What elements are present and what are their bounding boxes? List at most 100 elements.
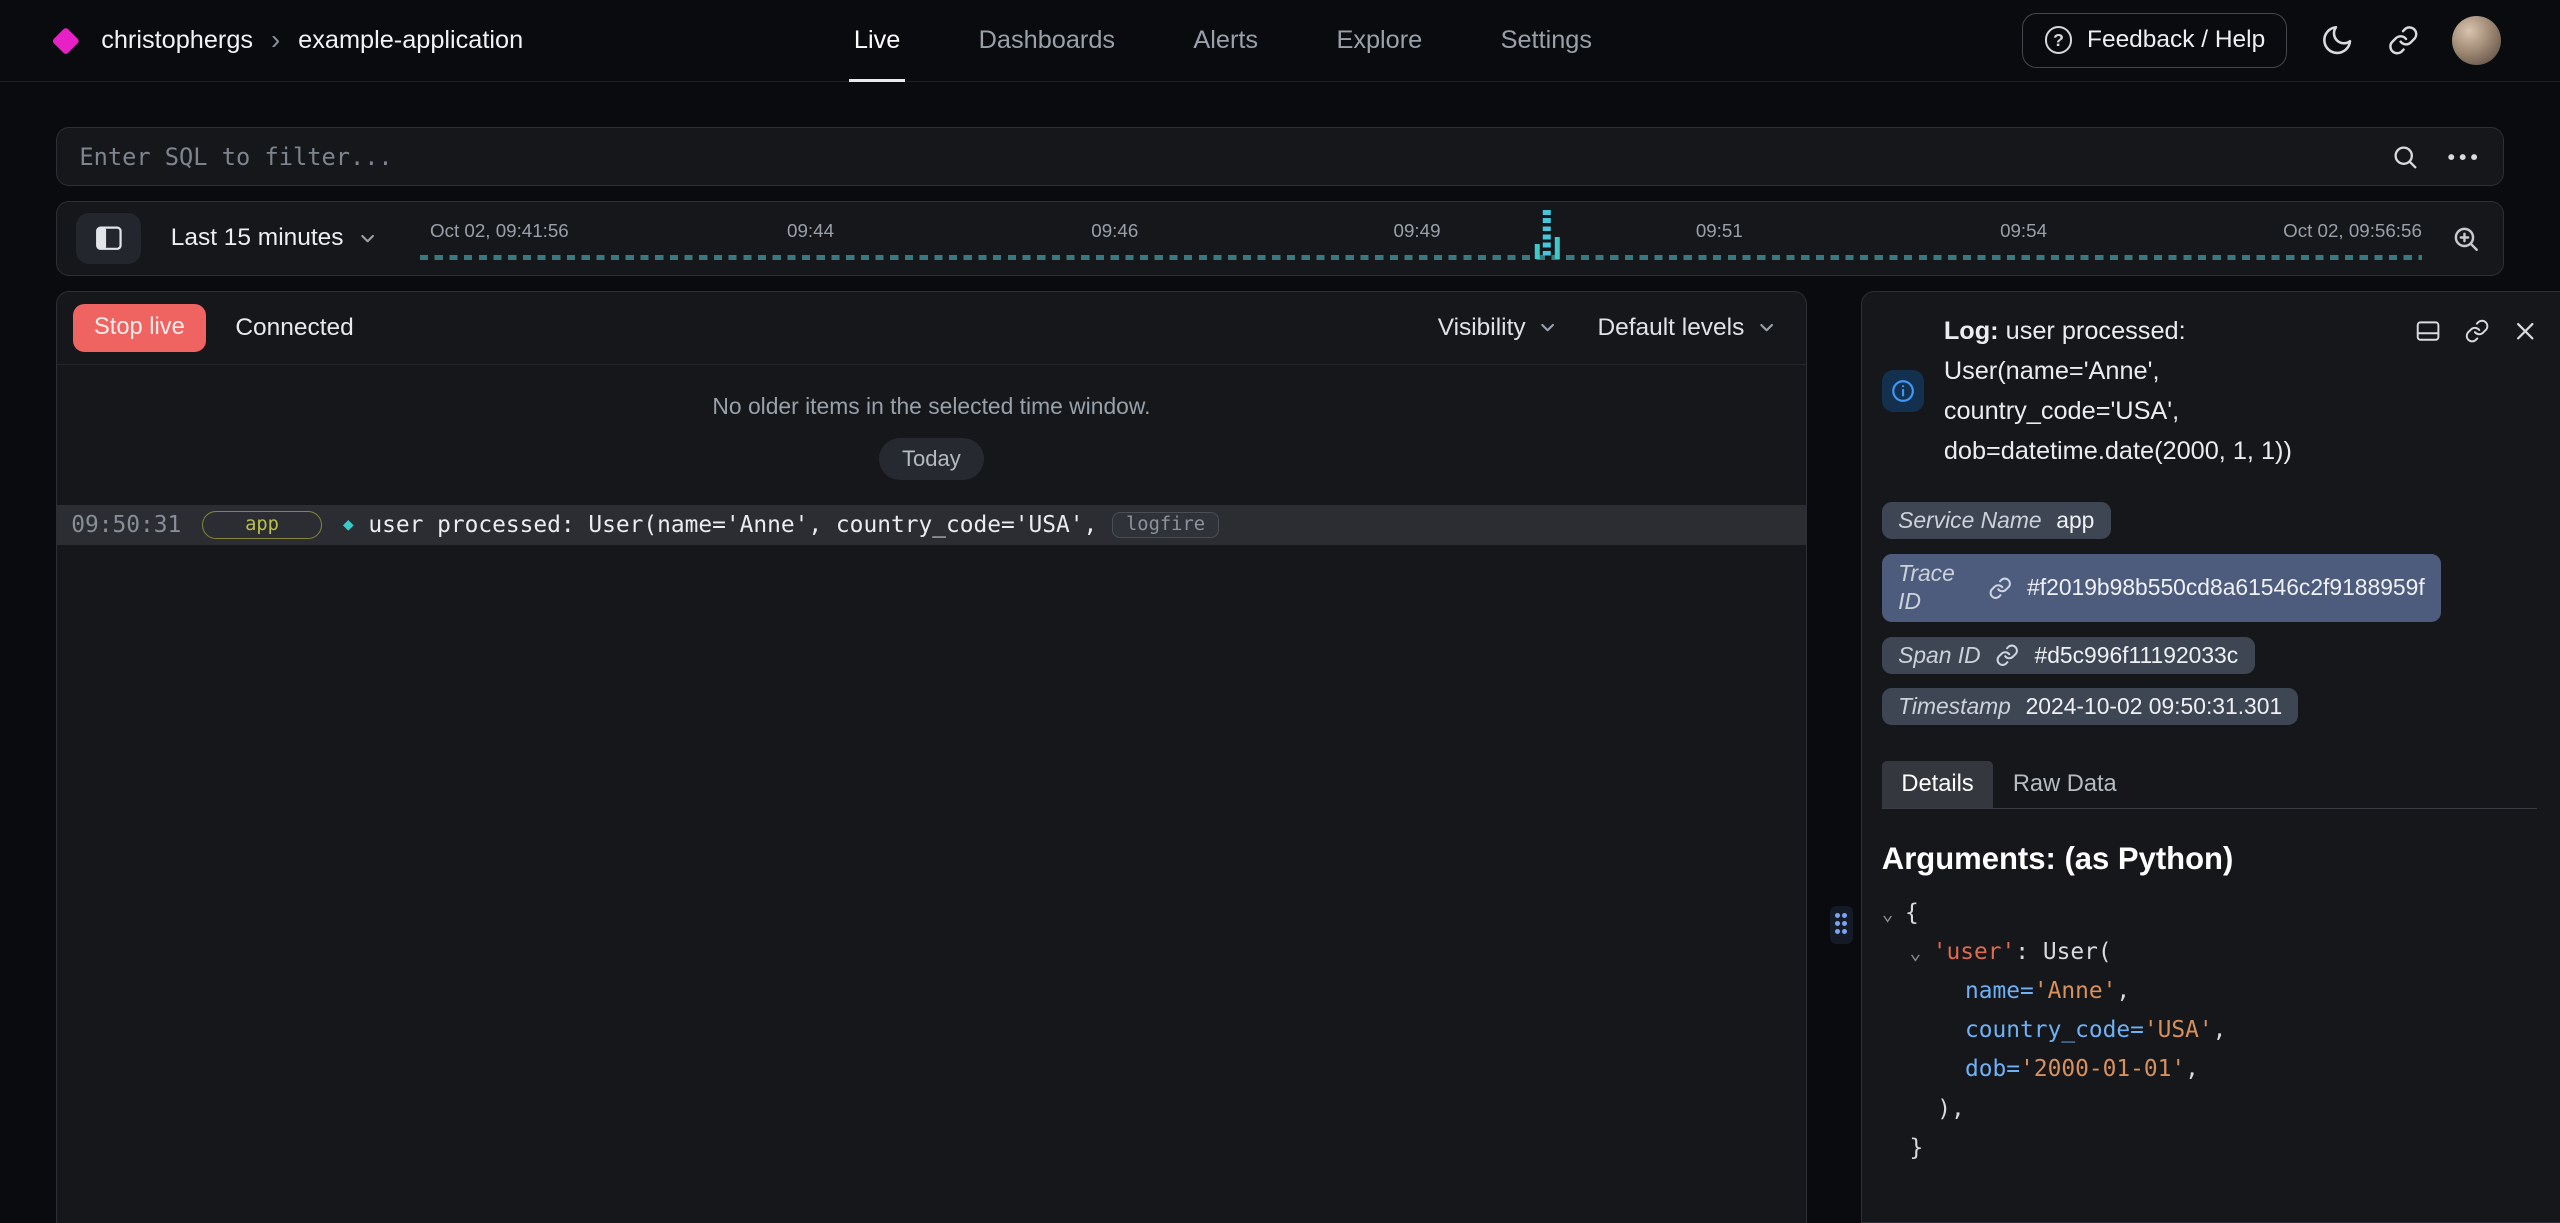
time-tick-label: 09:46: [1091, 220, 1138, 242]
time-range-label: Last 15 minutes: [171, 224, 344, 252]
sidebar-toggle-button[interactable]: [76, 213, 141, 264]
field-value: 2024-10-02 09:50:31.301: [2026, 693, 2283, 720]
tab-live[interactable]: Live: [854, 0, 900, 81]
timeline-baseline: [420, 255, 2422, 260]
field-span-id[interactable]: Span ID #d5c996f11192033c: [1882, 637, 2255, 674]
time-tick-label: 09:54: [2000, 220, 2047, 242]
feedback-help-button[interactable]: ? Feedback / Help: [2022, 13, 2287, 69]
code-token: :: [2015, 933, 2043, 972]
code-token: 'user': [1933, 933, 2016, 972]
field-trace-id[interactable]: Trace ID #f2019b98b550cd8a61546c2f918895…: [1882, 554, 2441, 623]
time-range-select[interactable]: Last 15 minutes: [171, 224, 378, 252]
chevron-down-icon: [1756, 317, 1777, 338]
dock-panel-button[interactable]: [2415, 318, 2441, 344]
code-token: User(: [2043, 933, 2112, 972]
collapse-caret-icon[interactable]: ⌄: [1882, 894, 1894, 933]
visibility-dropdown[interactable]: Visibility: [1438, 314, 1559, 342]
chevron-down-icon: [1537, 317, 1558, 338]
code-line: }: [1882, 1129, 2537, 1168]
code-token: 'USA': [2144, 1011, 2213, 1050]
log-row[interactable]: 09:50:31 app ◆ user processed: User(name…: [57, 505, 1807, 546]
more-options-icon[interactable]: [2448, 153, 2477, 161]
default-levels-dropdown[interactable]: Default levels: [1597, 314, 1777, 342]
code-token: '2000-01-01': [2020, 1050, 2185, 1089]
detail-fields: Service Name app Trace ID #f2019b98b550c…: [1882, 502, 2537, 725]
sql-filter-bar: [56, 127, 2505, 186]
code-token: name=: [1965, 972, 2034, 1011]
field-value: #f2019b98b550cd8a61546c2f9188959f: [2027, 574, 2425, 601]
sql-filter-icons: [2391, 143, 2504, 171]
feedback-help-label: Feedback / Help: [2087, 26, 2265, 54]
zoom-in-button[interactable]: [2451, 224, 2480, 253]
code-token: }: [1910, 1129, 1924, 1168]
arguments-code: ⌄{⌄'user': User(name='Anne',country_code…: [1882, 894, 2537, 1168]
timeline[interactable]: Oct 02, 09:41:5609:4409:4609:4909:5109:5…: [420, 202, 2422, 275]
arguments-heading: Arguments: (as Python): [1882, 841, 2537, 877]
user-avatar[interactable]: [2452, 16, 2501, 65]
code-line: dob='2000-01-01',: [1882, 1050, 2537, 1089]
zoom-icon: [2451, 224, 2480, 253]
code-token: 'Anne': [2034, 972, 2117, 1011]
code-line: ),: [1882, 1090, 2537, 1129]
dark-mode-toggle[interactable]: [2320, 23, 2354, 57]
time-tick-label: Oct 02, 09:56:56: [2283, 220, 2422, 242]
today-button[interactable]: Today: [879, 438, 983, 480]
field-value: app: [2056, 507, 2094, 534]
dock-panel-icon: [2415, 318, 2441, 344]
code-line: ⌄ 'user': User(: [1882, 933, 2537, 972]
code-token: dob=: [1965, 1050, 2020, 1089]
link-icon: [1988, 576, 2012, 600]
service-badge: app: [202, 511, 321, 539]
timeline-histogram-spike: [1535, 210, 1559, 259]
field-label: Service Name: [1898, 507, 2041, 534]
log-timestamp: 09:50:31: [71, 512, 181, 538]
link-icon: [2464, 318, 2490, 344]
live-toolbar: Stop live Connected Visibility Default l…: [57, 292, 1807, 365]
link-icon: [1995, 643, 2019, 667]
code-token: ,: [2213, 1011, 2227, 1050]
help-icon: ?: [2045, 26, 2073, 54]
info-icon: [1882, 370, 1924, 412]
breadcrumb-separator-icon: ›: [271, 24, 280, 56]
logfire-logo-icon[interactable]: [51, 26, 79, 54]
stop-live-button[interactable]: Stop live: [73, 304, 206, 351]
tab-raw-data[interactable]: Raw Data: [1993, 761, 2136, 808]
breadcrumb-org[interactable]: christophergs: [101, 26, 253, 55]
log-list: No older items in the selected time wind…: [57, 393, 1807, 546]
histogram-bar: [1535, 244, 1540, 259]
tab-details[interactable]: Details: [1882, 761, 1993, 808]
top-nav: christophergs › example-application Live…: [0, 0, 2560, 82]
breadcrumb-project[interactable]: example-application: [298, 26, 523, 55]
logfire-tag-badge: logfire: [1112, 512, 1219, 538]
nav-tabs: Live Dashboards Alerts Explore Settings: [854, 0, 1592, 81]
breadcrumb: christophergs › example-application: [0, 24, 523, 56]
time-range-bar: Last 15 minutes Oct 02, 09:41:56 09:44 09:…: [56, 201, 2505, 276]
search-icon[interactable]: [2391, 143, 2419, 171]
tab-alerts[interactable]: Alerts: [1193, 0, 1258, 81]
tab-dashboards[interactable]: Dashboards: [979, 0, 1115, 81]
panel-resize-handle[interactable]: [1830, 906, 1853, 944]
tab-explore[interactable]: Explore: [1336, 0, 1422, 81]
details-panel: Log: user processed: User(name='Anne', c…: [1861, 291, 2560, 1223]
sql-filter-input[interactable]: [57, 128, 2391, 185]
code-line: ⌄{: [1882, 894, 2537, 933]
tab-settings[interactable]: Settings: [1501, 0, 1592, 81]
code-line: country_code='USA',: [1882, 1011, 2537, 1050]
histogram-bar: [1554, 237, 1559, 258]
collapse-caret-icon[interactable]: ⌄: [1910, 933, 1922, 972]
detail-title: Log: user processed: User(name='Anne', c…: [1944, 311, 2346, 471]
code-token: country_code=: [1965, 1011, 2144, 1050]
link-icon: [2387, 24, 2420, 57]
arguments-suffix: (as Python): [2056, 841, 2234, 876]
copy-link-button[interactable]: [2464, 318, 2490, 344]
histogram-bar: [1543, 210, 1551, 259]
live-log-panel: Stop live Connected Visibility Default l…: [56, 291, 1808, 1223]
code-token: {: [1905, 894, 1919, 933]
share-link-button[interactable]: [2387, 24, 2420, 57]
app-root: christophergs › example-application Live…: [0, 0, 2560, 1223]
details-tabs: Details Raw Data: [1882, 761, 2537, 809]
time-tick-label: 09:44: [787, 220, 834, 242]
field-label: Timestamp: [1898, 693, 2011, 720]
time-tick-label: Oct 02, 09:41:56: [430, 220, 569, 242]
close-panel-button[interactable]: [2513, 318, 2537, 344]
